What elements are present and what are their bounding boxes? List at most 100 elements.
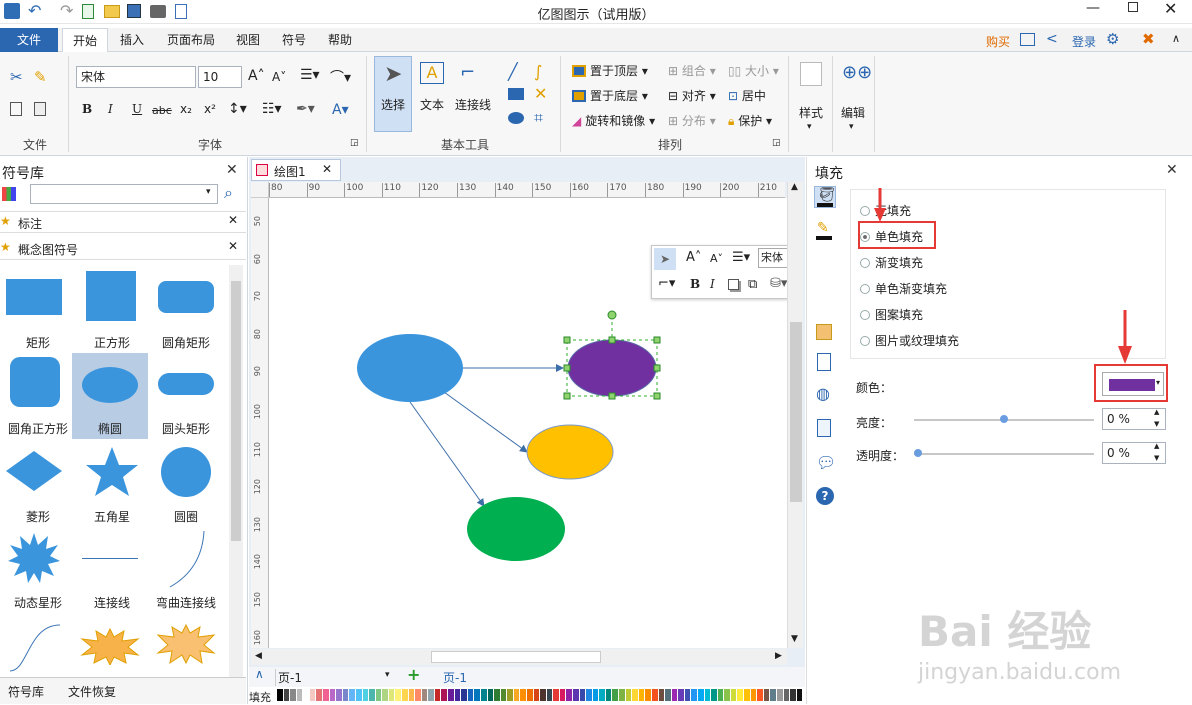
feedback-icon[interactable] bbox=[1020, 33, 1035, 46]
shape-burst[interactable]: 动态星形 bbox=[0, 527, 76, 613]
page-bar-collapse-icon[interactable]: ∧ bbox=[255, 667, 264, 681]
yellow-ellipse[interactable] bbox=[526, 424, 614, 480]
size-button[interactable]: ▯▯ 大小 ▾ bbox=[728, 62, 779, 79]
mini-align-icon[interactable]: ☰▾ bbox=[732, 250, 750, 265]
palette-swatch[interactable] bbox=[757, 689, 763, 701]
shadow-panel-icon[interactable] bbox=[814, 322, 836, 344]
superscript-button[interactable]: x² bbox=[204, 102, 216, 116]
palette-swatch[interactable] bbox=[579, 689, 586, 701]
drawing-canvas[interactable]: ➤ A˄ A˅ ☰▾ 宋体 ▾ ✎ ✕ ⌐▾ B I ⧉ ⛁▾ ✐▾ bbox=[269, 198, 787, 648]
palette-swatch[interactable] bbox=[375, 689, 382, 701]
highlight-icon[interactable]: ✒▾ bbox=[296, 101, 315, 117]
mini-italic-button[interactable]: I bbox=[710, 277, 715, 291]
italic-button[interactable]: I bbox=[108, 102, 113, 116]
shape-stadium[interactable]: 圆头矩形 bbox=[148, 353, 224, 439]
palette-swatch[interactable] bbox=[349, 689, 355, 701]
strikethrough-button[interactable]: abc bbox=[152, 104, 172, 117]
palette-swatch[interactable] bbox=[494, 689, 500, 701]
palette-swatch[interactable] bbox=[434, 689, 441, 701]
palette-swatch[interactable] bbox=[309, 689, 316, 701]
palette-swatch[interactable] bbox=[776, 689, 783, 701]
font-family-combo[interactable]: 宋体 bbox=[76, 66, 196, 88]
tab-page-layout[interactable]: 页面布局 bbox=[160, 28, 222, 52]
shrink-font-icon[interactable]: A˅ bbox=[272, 70, 286, 84]
library-scrollbar[interactable] bbox=[229, 265, 243, 677]
palette-swatch[interactable] bbox=[698, 689, 704, 701]
note-panel-icon[interactable] bbox=[814, 418, 836, 440]
palette-swatch[interactable] bbox=[730, 689, 737, 701]
shape-rectangle[interactable]: 矩形 bbox=[0, 267, 76, 353]
palette-swatch[interactable] bbox=[592, 689, 599, 701]
mini-arrange-icon[interactable]: ⧉ bbox=[748, 277, 757, 292]
palette-swatch[interactable] bbox=[362, 689, 369, 701]
center-button[interactable]: ⊡ 居中 bbox=[728, 87, 766, 104]
connector-blue-green[interactable] bbox=[409, 401, 485, 507]
tab-home[interactable]: 开始 bbox=[62, 28, 108, 52]
palette-swatch[interactable] bbox=[355, 689, 362, 701]
grow-font-icon[interactable]: A˄ bbox=[248, 68, 265, 84]
palette-swatch[interactable] bbox=[625, 689, 632, 701]
shape-ellipse[interactable]: 椭圆 bbox=[72, 353, 148, 439]
style-icon[interactable] bbox=[800, 62, 822, 86]
palette-swatch[interactable] bbox=[566, 689, 573, 701]
palette-swatch[interactable] bbox=[796, 689, 803, 701]
maximize-button[interactable] bbox=[1128, 2, 1138, 12]
canvas-vertical-scrollbar[interactable]: ▲ ▼ bbox=[787, 182, 803, 648]
mini-shrink-font-icon[interactable]: A˅ bbox=[710, 252, 723, 265]
spinner-up-icon[interactable]: ▲ bbox=[1154, 442, 1159, 450]
purple-ellipse[interactable] bbox=[567, 339, 657, 397]
library-category-callout[interactable]: ★ 标注 ✕ bbox=[0, 211, 246, 233]
rotate-button[interactable]: ◢ 旋转和镜像 ▾ bbox=[572, 112, 655, 129]
palette-swatch[interactable] bbox=[283, 689, 290, 701]
login-link[interactable]: 登录 bbox=[1072, 33, 1096, 50]
palette-swatch[interactable] bbox=[665, 689, 671, 701]
tab-close-icon[interactable]: ✕ bbox=[322, 162, 332, 176]
resize-handle[interactable] bbox=[563, 364, 571, 372]
binoculars-icon[interactable]: ⊕⊕ bbox=[842, 62, 872, 83]
green-ellipse[interactable] bbox=[467, 497, 565, 561]
palette-swatch[interactable] bbox=[303, 689, 309, 701]
scroll-down-icon[interactable]: ▼ bbox=[791, 634, 798, 644]
buy-link[interactable]: 购买 bbox=[986, 33, 1010, 50]
ellipse-icon[interactable] bbox=[508, 112, 524, 124]
palette-swatch[interactable] bbox=[526, 689, 533, 701]
palette-swatch[interactable] bbox=[474, 689, 480, 701]
shape-star[interactable]: 五角星 bbox=[74, 441, 150, 527]
explosion-shape[interactable] bbox=[80, 627, 140, 665]
fill-option-solid-gradient[interactable]: 单色渐变填充 bbox=[860, 280, 947, 297]
shape-circle[interactable]: 圆圈 bbox=[148, 441, 224, 527]
fill-panel-close-icon[interactable]: ✕ bbox=[1166, 162, 1178, 178]
shape-rounded-rectangle[interactable]: 圆角矩形 bbox=[148, 267, 224, 353]
page-select[interactable]: 页-1 bbox=[275, 669, 393, 686]
palette-swatch[interactable] bbox=[783, 689, 790, 701]
palette-swatch[interactable] bbox=[520, 689, 526, 701]
resize-handle[interactable] bbox=[653, 392, 661, 400]
format-painter-icon[interactable]: ✂ bbox=[10, 68, 23, 86]
connector-blue-yellow[interactable] bbox=[443, 391, 528, 453]
shape-curved-connector[interactable]: 弯曲连接线 bbox=[148, 527, 224, 613]
arrange-dialog-launcher[interactable]: ◲ bbox=[772, 138, 781, 148]
gear-icon[interactable]: ⚙ bbox=[1106, 30, 1119, 48]
palette-swatch[interactable] bbox=[467, 689, 474, 701]
font-size-combo[interactable]: 10 bbox=[198, 66, 242, 88]
resize-handle[interactable] bbox=[608, 336, 616, 344]
palette-swatch[interactable] bbox=[329, 689, 336, 701]
bullets-icon[interactable]: ☷▾ bbox=[262, 101, 282, 117]
line-icon[interactable]: ╱ bbox=[508, 62, 518, 81]
help-panel-icon[interactable]: ? bbox=[814, 486, 836, 508]
resize-handle[interactable] bbox=[563, 336, 571, 344]
apps-icon[interactable]: ✖ bbox=[1142, 30, 1155, 48]
palette-swatch[interactable] bbox=[382, 689, 388, 701]
palette-swatch[interactable] bbox=[737, 689, 744, 701]
connector-tool-label[interactable]: 连接线 bbox=[455, 96, 491, 113]
collapse-ribbon-icon[interactable]: ∧ bbox=[1172, 32, 1180, 45]
resize-handle[interactable] bbox=[653, 364, 661, 372]
palette-swatch[interactable] bbox=[619, 689, 625, 701]
canvas-horizontal-scrollbar[interactable]: ◀ ▶ bbox=[251, 649, 787, 665]
palette-swatch[interactable] bbox=[770, 689, 776, 701]
palette-swatch[interactable] bbox=[395, 689, 401, 701]
palette-swatch[interactable] bbox=[290, 689, 296, 701]
fill-option-gradient[interactable]: 渐变填充 bbox=[860, 254, 923, 271]
palette-swatch[interactable] bbox=[691, 689, 697, 701]
blue-ellipse[interactable] bbox=[357, 334, 463, 402]
